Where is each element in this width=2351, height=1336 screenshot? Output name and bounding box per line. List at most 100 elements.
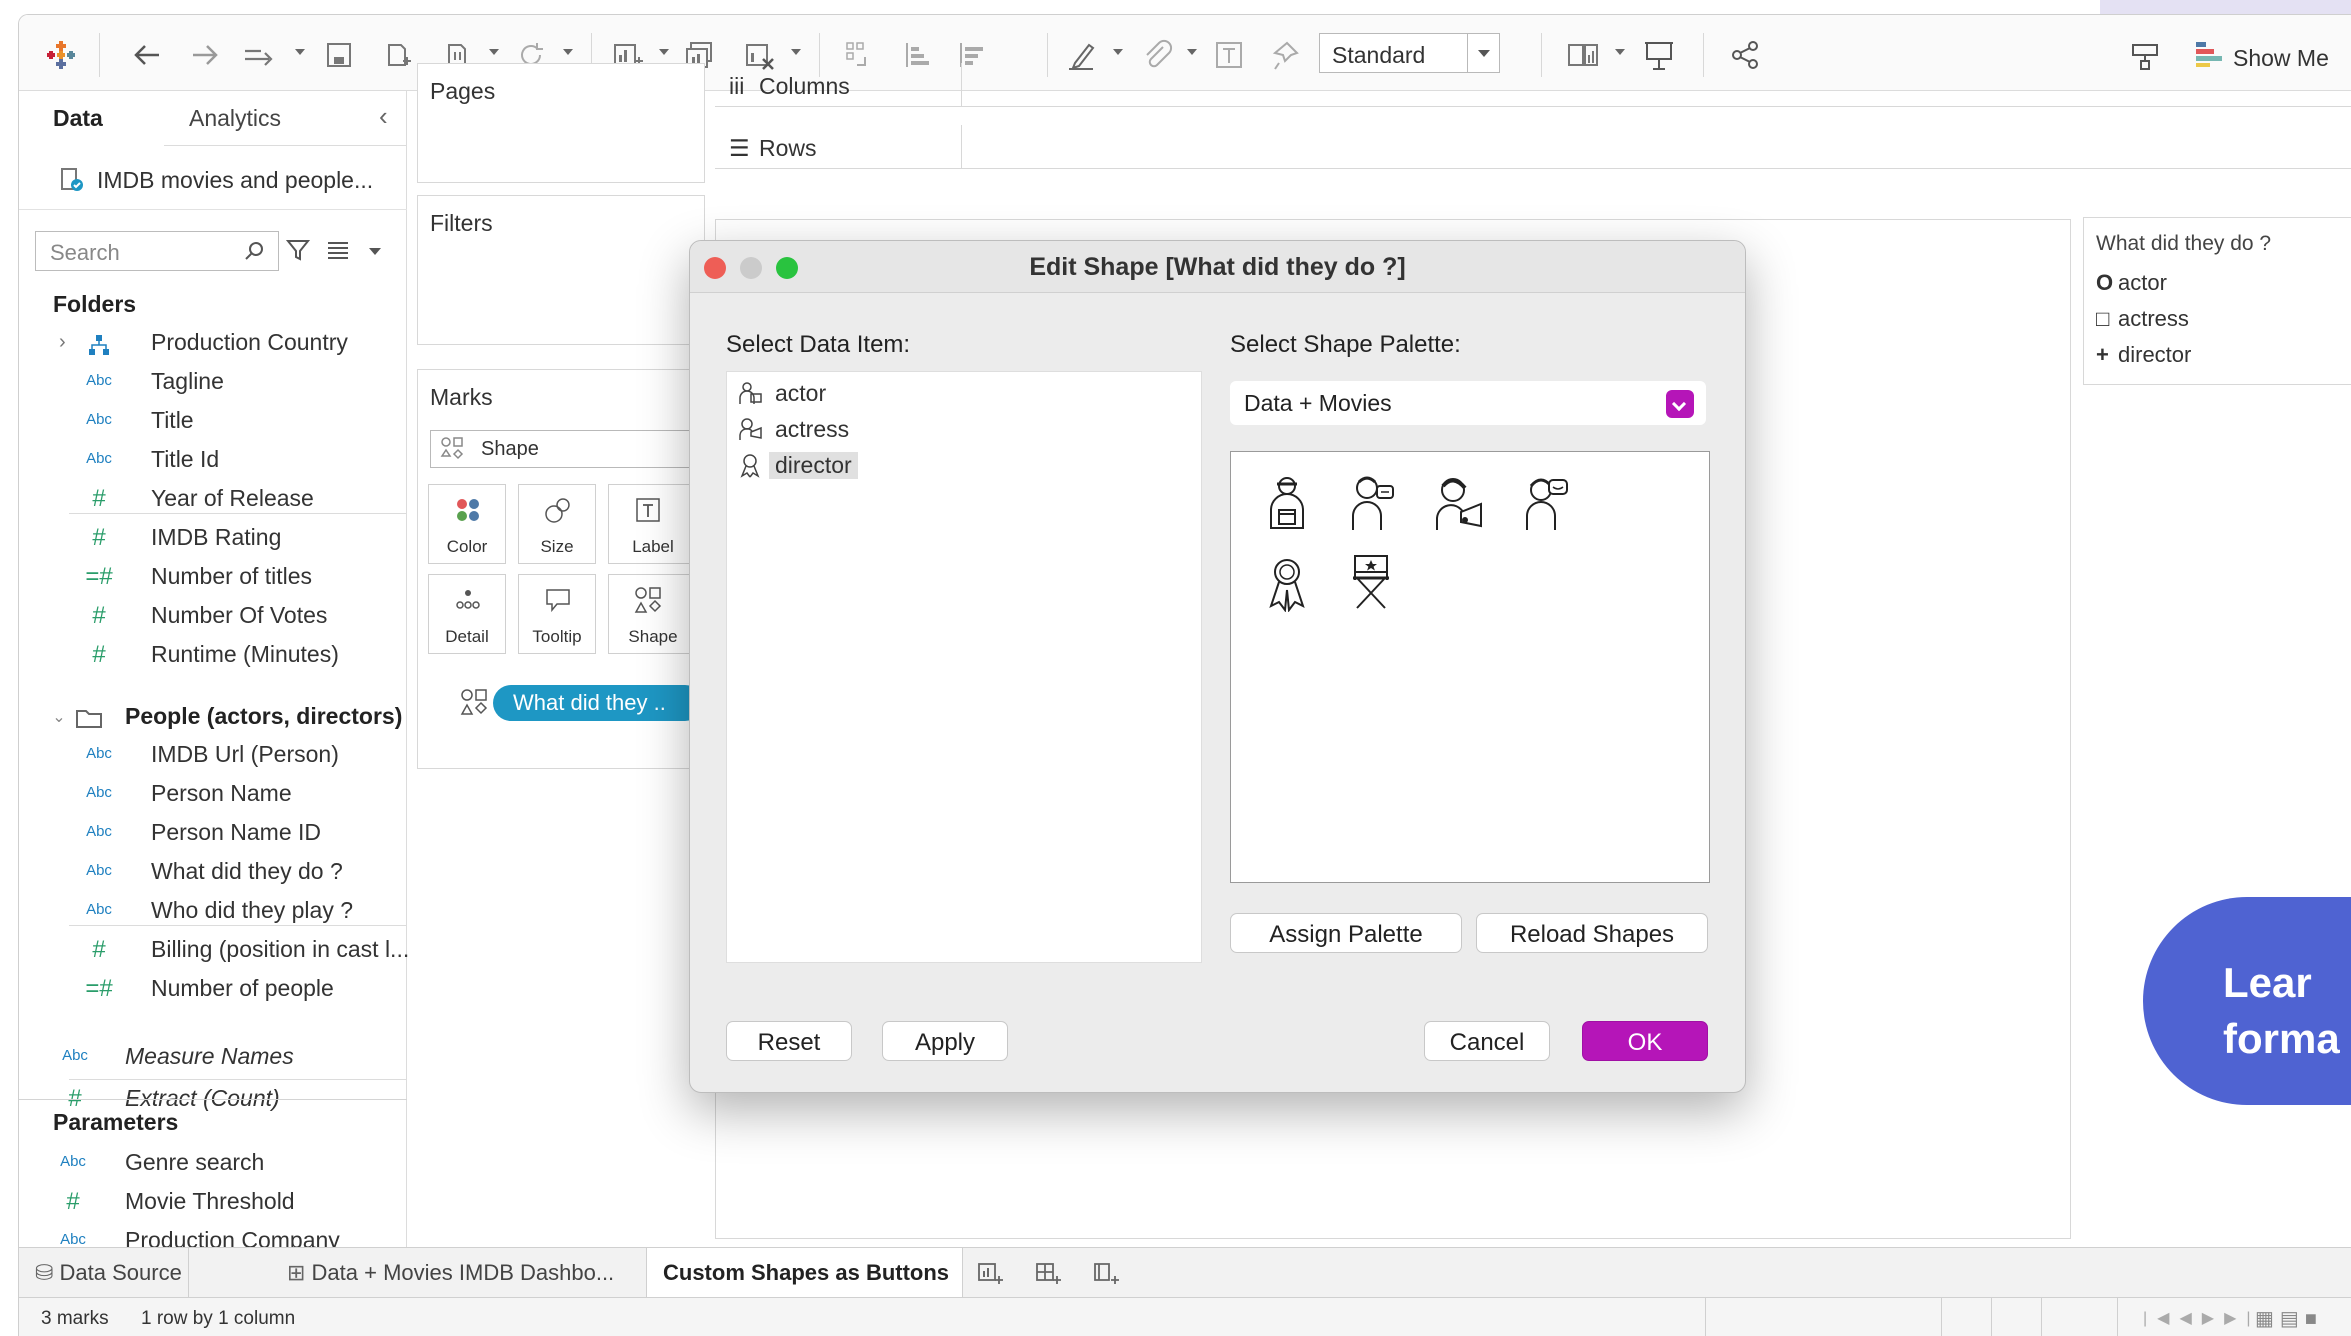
save-icon[interactable] [321,37,357,73]
redirect-caret-icon[interactable] [295,49,305,55]
legend-item-actor[interactable]: Oactor [2096,270,2167,296]
assign-palette-button[interactable]: Assign Palette [1230,913,1462,953]
data-field[interactable]: # Movie Threshold [55,1188,395,1226]
theater-masks-person-icon[interactable] [1343,472,1399,532]
legend-item-director[interactable]: + director [2096,342,2191,368]
new-worksheet-caret-icon[interactable] [659,49,669,55]
ok-button[interactable]: OK [1582,1021,1708,1061]
sheet-navigation-icon[interactable]: |◀◀▶▶| [2143,1308,2261,1328]
reset-button[interactable]: Reset [726,1021,852,1061]
string-type-icon: Abc [86,411,112,428]
data-field[interactable]: Abc Who did they play ? [81,897,421,935]
data-field[interactable]: Abc Person Name [81,780,421,818]
tab-custom-shapes[interactable]: Custom Shapes as Buttons [647,1248,963,1298]
director-chair-icon[interactable] [1343,552,1399,612]
parameters-divider [19,1099,407,1100]
string-type-icon: Abc [86,784,112,801]
refresh-caret-icon[interactable] [563,49,573,55]
chevron-right-icon[interactable]: › [59,331,66,354]
learn-more-button[interactable]: Lear forma [2143,897,2351,1105]
group-caret-icon[interactable] [1187,49,1197,55]
filters-card[interactable]: Filters [417,195,705,345]
datasource-name[interactable]: IMDB movies and people... [97,167,373,194]
folder-icon [75,707,103,729]
back-arrow-icon[interactable] [129,37,165,73]
what-did-they-do-pill[interactable]: What did they .. [493,685,703,721]
data-field[interactable]: =# Number of titles [81,563,421,601]
chevron-down-icon[interactable] [1666,390,1694,418]
shape-label: Shape [628,627,678,646]
new-story-icon[interactable] [1091,1258,1121,1288]
tab-analytics[interactable]: Analytics [189,105,281,132]
data-field[interactable]: Abc Title Id [81,446,421,484]
forward-arrow-icon[interactable] [187,37,223,73]
film-reel-person-icon[interactable] [1431,472,1487,532]
data-field[interactable]: =# Number of people [81,975,421,1013]
tab-data-source[interactable]: ⛁ Data Source [19,1248,189,1298]
highlight-caret-icon[interactable] [1113,49,1123,55]
tooltip-label: Tooltip [532,627,582,646]
number-type-icon: # [92,524,106,551]
data-field[interactable]: # IMDB Rating [81,524,421,562]
color-button[interactable]: Color [428,484,506,564]
data-field[interactable]: # Billing (position in cast l... [81,936,421,974]
data-field[interactable]: Abc Person Name ID [81,819,421,857]
sheet-sorter-icon[interactable]: ▦▤■ [2255,1306,2323,1331]
mark-type-select[interactable]: Shape [430,430,710,468]
rows-icon: ☰ [729,135,750,161]
pages-card[interactable]: Pages [417,63,705,183]
clapper-person-icon[interactable] [1259,472,1315,532]
data-field[interactable]: # Runtime (Minutes) [81,641,421,679]
data-field[interactable]: Abc Genre search [55,1149,395,1187]
new-dashboard-icon[interactable] [1033,1258,1063,1288]
size-button[interactable]: Size [518,484,596,564]
redirect-icon[interactable] [241,37,277,73]
columns-shelf[interactable]: iii Columns [715,63,2351,107]
new-datasource-icon[interactable] [379,37,415,73]
comedy-masks-person-icon[interactable] [1517,472,1573,532]
measure-names-field[interactable]: Abc Measure Names [57,1043,397,1081]
reload-shapes-button[interactable]: Reload Shapes [1476,913,1708,953]
chevron-down-icon[interactable]: ⌄ [41,707,77,727]
shelf-divider [961,125,962,169]
apply-button[interactable]: Apply [882,1021,1008,1061]
collapse-pane-icon[interactable]: ‹ [379,101,388,132]
data-field[interactable]: # Year of Release [81,485,421,523]
legend-item-actress[interactable]: □ actress [2096,306,2189,332]
cancel-button[interactable]: Cancel [1424,1021,1550,1061]
field-label: Person Name [151,780,292,806]
data-field[interactable]: Abc What did they do ? [81,858,421,896]
award-ribbon-icon[interactable] [1259,552,1315,612]
divider [69,1079,407,1080]
detail-button[interactable]: Detail [428,574,506,654]
tab-dashboard[interactable]: ⊞ Data + Movies IMDB Dashbo... [271,1248,647,1298]
data-field[interactable]: › Production Country [59,329,421,367]
new-worksheet-icon[interactable] [975,1258,1005,1288]
shape-palette-select[interactable]: Data + Movies [1230,381,1706,425]
data-field[interactable]: Abc IMDB Url (Person) [81,741,421,779]
detail-label: Detail [445,627,489,646]
data-field[interactable]: Abc Tagline [81,368,421,406]
label-button[interactable]: Label [608,484,698,564]
field-label: Genre search [125,1149,265,1175]
tooltip-button[interactable]: Tooltip [518,574,596,654]
search-icon[interactable] [243,239,267,263]
tableau-logo-icon[interactable] [43,37,79,73]
filter-icon[interactable] [285,237,311,263]
rows-shelf[interactable]: ☰ Rows [715,125,2351,169]
view-list-icon[interactable] [325,237,351,263]
data-field[interactable]: Abc Title [81,407,421,445]
legend-title[interactable]: What did they do ? [2096,232,2271,256]
field-label: Production Country [151,329,348,355]
show-cards-caret-icon[interactable] [1615,49,1625,55]
chevron-down-icon[interactable] [369,248,381,255]
field-label: Title Id [151,446,220,472]
data-field[interactable]: # Number Of Votes [81,602,421,640]
people-folder[interactable]: ⌄ People (actors, directors) [52,703,403,741]
data-pane: Data Analytics ‹ IMDB movies and people.… [19,91,409,1261]
color-label: Color [446,537,488,556]
tab-data[interactable]: Data [53,105,103,132]
clear-sheet-caret-icon[interactable] [791,49,801,55]
pause-caret-icon[interactable] [489,49,499,55]
shape-button[interactable]: Shape [608,574,698,654]
